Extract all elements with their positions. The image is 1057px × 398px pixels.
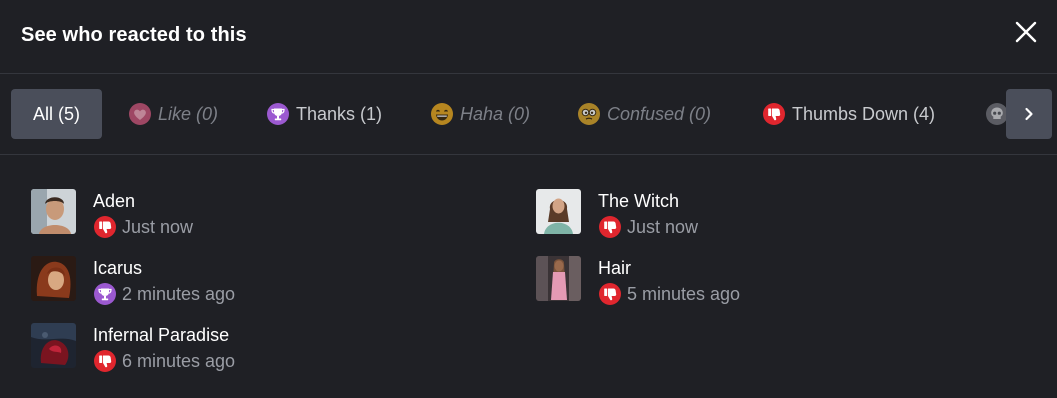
close-button[interactable] (1011, 17, 1041, 47)
reaction-list: Aden Just now The Witch Just now Icarus … (0, 155, 1057, 398)
avatar[interactable] (31, 189, 76, 234)
thumbs-down-icon (762, 102, 786, 126)
reaction-time: 2 minutes ago (122, 283, 236, 304)
trophy-icon (266, 102, 290, 126)
tab-thumbs-down[interactable]: Thumbs Down (4) (762, 89, 935, 139)
avatar[interactable] (536, 256, 581, 301)
heart-icon (128, 102, 152, 126)
reaction-meta: Just now (598, 215, 698, 239)
user-name[interactable]: The Witch (598, 191, 679, 212)
laughing-face-icon (430, 102, 454, 126)
dialog-header: See who reacted to this (0, 0, 1057, 74)
thumbs-down-icon (93, 349, 117, 373)
list-item[interactable]: Hair 5 minutes ago (536, 256, 936, 306)
reaction-time: 6 minutes ago (122, 350, 236, 371)
reaction-meta: 6 minutes ago (93, 349, 235, 373)
tab-confused[interactable]: Confused (0) (577, 89, 711, 139)
list-item[interactable]: The Witch Just now (536, 189, 936, 239)
thumbs-down-icon (93, 215, 117, 239)
list-item[interactable]: Infernal Paradise 6 minutes ago (31, 323, 431, 373)
reaction-meta: 2 minutes ago (93, 282, 235, 306)
reaction-time: 5 minutes ago (627, 283, 741, 304)
reaction-meta: Just now (93, 215, 193, 239)
confused-face-icon (577, 102, 601, 126)
avatar[interactable] (31, 323, 76, 368)
avatar[interactable] (536, 189, 581, 234)
list-item[interactable]: Aden Just now (31, 189, 431, 239)
close-icon (1015, 21, 1037, 43)
reactions-dialog: See who reacted to this All (5) Like (0)… (0, 0, 1057, 398)
tab-all[interactable]: All (5) (11, 89, 103, 139)
next-tabs-button[interactable] (1006, 89, 1052, 139)
reaction-tabs: All (5) Like (0) Thanks (1) Haha (0) Con (0, 74, 1057, 155)
tab-label: Thanks (1) (296, 103, 383, 124)
tab-label: Confused (0) (607, 103, 712, 124)
trophy-icon (93, 282, 117, 306)
list-item[interactable]: Icarus 2 minutes ago (31, 256, 431, 306)
user-name[interactable]: Aden (93, 191, 135, 212)
user-name[interactable]: Infernal Paradise (93, 325, 229, 346)
tab-label: Like (0) (158, 103, 219, 124)
tab-label: All (5) (33, 103, 81, 124)
reaction-time: Just now (627, 216, 699, 237)
user-name[interactable]: Icarus (93, 258, 142, 279)
user-name[interactable]: Hair (598, 258, 631, 279)
tab-thanks[interactable]: Thanks (1) (266, 89, 382, 139)
thumbs-down-icon (598, 282, 622, 306)
chevron-right-icon (1025, 107, 1033, 121)
reaction-time: Just now (122, 216, 194, 237)
dialog-title: See who reacted to this (21, 24, 247, 46)
tab-label: Thumbs Down (4) (792, 103, 936, 124)
thumbs-down-icon (598, 215, 622, 239)
avatar[interactable] (31, 256, 76, 301)
tab-like[interactable]: Like (0) (128, 89, 218, 139)
tab-haha[interactable]: Haha (0) (430, 89, 530, 139)
tab-label: Haha (0) (460, 103, 531, 124)
reaction-meta: 5 minutes ago (598, 282, 740, 306)
